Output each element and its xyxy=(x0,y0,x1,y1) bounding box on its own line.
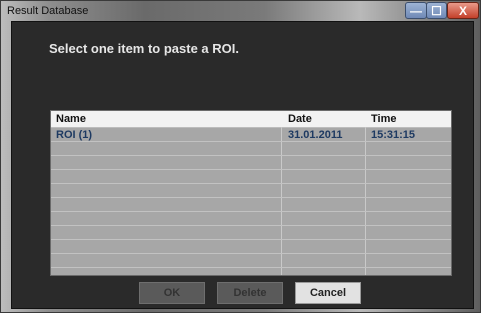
window-title: Result Database xyxy=(7,5,89,17)
empty-row xyxy=(51,198,451,212)
column-header-time[interactable]: Time xyxy=(371,113,396,125)
cell-date: 31.01.2011 xyxy=(288,129,343,141)
maximize-button[interactable]: ☐ xyxy=(426,2,447,19)
delete-button[interactable]: Delete xyxy=(217,282,283,304)
minimize-button[interactable]: — xyxy=(405,2,427,19)
empty-row xyxy=(51,254,451,268)
dialog-content: Select one item to paste a ROI. Name Dat… xyxy=(11,21,474,309)
empty-row xyxy=(51,170,451,184)
table-row[interactable]: ROI (1) 31.01.2011 15:31:15 xyxy=(51,128,451,142)
maximize-icon: ☐ xyxy=(431,3,442,18)
close-icon: X xyxy=(458,3,467,18)
empty-row xyxy=(51,240,451,254)
empty-row xyxy=(51,156,451,170)
minimize-icon: — xyxy=(410,3,422,18)
title-bar[interactable]: Result Database — ☐ X xyxy=(1,1,480,21)
column-header-date[interactable]: Date xyxy=(288,113,312,125)
cell-name: ROI (1) xyxy=(56,129,93,141)
results-table[interactable]: Name Date Time ROI (1) 31.01.2011 15:31:… xyxy=(50,110,452,276)
table-header: Name Date Time xyxy=(51,111,451,128)
instruction-text: Select one item to paste a ROI. xyxy=(49,41,239,56)
cell-time: 15:31:15 xyxy=(371,129,416,141)
empty-row xyxy=(51,226,451,240)
cancel-button[interactable]: Cancel xyxy=(295,282,361,304)
empty-row xyxy=(51,212,451,226)
column-header-name[interactable]: Name xyxy=(56,113,86,125)
result-database-window: Result Database — ☐ X Select one item to… xyxy=(0,0,481,313)
empty-row xyxy=(51,184,451,198)
ok-button[interactable]: OK xyxy=(139,282,205,304)
empty-row xyxy=(51,142,451,156)
close-button[interactable]: X xyxy=(447,2,479,19)
